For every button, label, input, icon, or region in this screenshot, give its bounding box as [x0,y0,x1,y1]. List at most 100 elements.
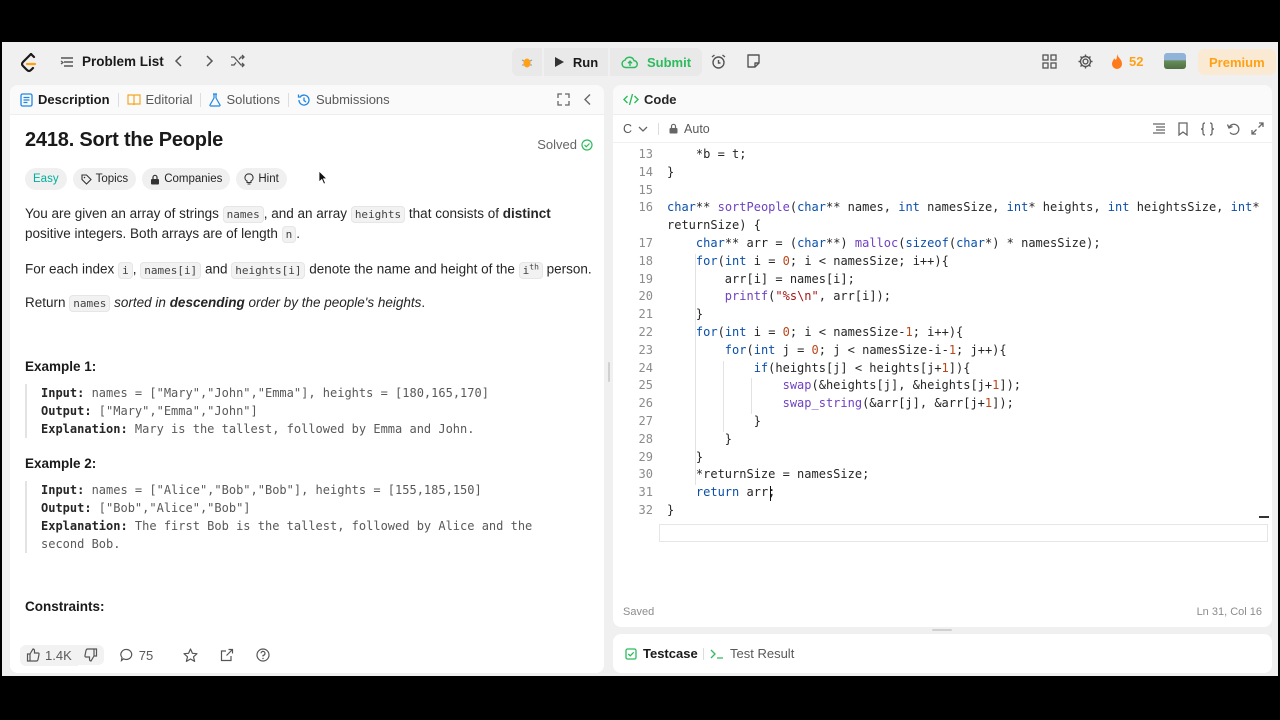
tab-solutions-label: Solutions [226,92,280,107]
description-paragraph-1: You are given an array of strings names,… [25,206,551,243]
problem-list-button[interactable]: Problem List [60,54,164,69]
notes-button[interactable] [746,53,761,69]
line-number: 26 [638,396,653,411]
next-problem-button[interactable] [202,54,216,68]
line-number: 18 [638,253,653,268]
line-number: 24 [638,360,653,375]
problem-content: 2418. Sort the People Solved Easy Topics… [25,129,595,614]
code-line[interactable]: for(int i = 0; i < namesSize-1; i++){ [667,325,963,339]
bookmark-icon[interactable] [1177,122,1189,136]
tab-test-result[interactable]: Test Result [710,646,794,661]
favorite-button[interactable] [177,645,204,666]
code-icon [623,93,639,106]
tab-submissions[interactable]: Submissions [289,85,398,115]
code-line[interactable]: char** sortPeople(char** names, int name… [667,200,1260,214]
topics-chip[interactable]: Topics [72,168,137,190]
line-number: 22 [638,325,653,339]
like-button[interactable]: 1.4K [20,644,78,666]
vertical-resize-handle[interactable] [932,629,952,631]
maximize-button[interactable] [557,93,570,109]
debug-button[interactable] [512,48,542,76]
code-line[interactable]: } [667,165,674,179]
code-header: Code [613,85,1272,115]
tab-testcase[interactable]: Testcase [625,646,698,661]
random-problem-button[interactable] [230,54,246,68]
code-line[interactable]: } [667,432,732,446]
code-line[interactable]: returnSize) { [667,218,761,232]
code-header-label: Code [644,92,677,107]
code-line[interactable]: swap(&heights[j], &heights[j+1]); [667,378,1021,392]
premium-button[interactable]: Premium [1198,49,1276,75]
help-button[interactable] [250,645,276,665]
autocomplete-mode[interactable]: Auto [669,122,710,136]
editor-toolbar: C Auto [613,115,1272,143]
code-line[interactable]: for(int j = 0; j < namesSize-i-1; j++){ [667,343,1007,357]
indent-guide [751,378,752,414]
code-line[interactable]: } [667,414,761,428]
braces-icon[interactable] [1200,122,1215,136]
testcase-label: Testcase [643,646,698,661]
comment-icon [120,648,133,662]
horizontal-resize-handle[interactable] [608,362,610,382]
lightbulb-icon [244,173,254,185]
chevron-left-icon [584,94,591,105]
streak-counter[interactable]: 52 [1110,53,1143,70]
solutions-icon [209,92,222,107]
tag-icon [81,173,92,185]
code-line[interactable]: } [667,450,703,464]
alarm-clock-icon [711,54,726,69]
code-line[interactable]: printf("%s\n", arr[i]); [667,289,891,303]
code-panel: Code C Auto 13 *b = t; 14} 15 16 char** s [613,85,1272,627]
line-number: 29 [638,449,653,464]
run-button[interactable]: Run [544,48,608,76]
settings-button[interactable] [1077,53,1094,70]
share-button[interactable] [214,645,240,665]
language-select[interactable]: C [623,122,648,136]
hint-chip[interactable]: Hint [236,168,287,190]
top-bar: Problem List Run Submit 52 Premium [2,42,1278,82]
testcase-panel: Testcase Test Result [613,634,1272,673]
code-line[interactable]: *returnSize = namesSize; [667,467,869,481]
solved-status: Solved [537,137,593,152]
line-number: 30 [638,467,653,482]
submit-button[interactable]: Submit [610,48,702,76]
dislike-button[interactable] [77,645,104,665]
code-line[interactable]: swap_string(&arr[j], &arr[j+1]); [667,396,1014,410]
line-number: 21 [638,307,653,322]
star-icon [183,647,198,662]
comments-button[interactable]: 75 [114,645,159,666]
code-line[interactable]: for(int i = 0; i < namesSize; i++){ [667,254,949,268]
line-number: 27 [638,414,653,428]
fullscreen-icon[interactable] [1251,122,1264,135]
layout-button[interactable] [1042,54,1057,69]
tab-solutions[interactable]: Solutions [201,85,287,115]
indent-guide [695,253,696,486]
format-icon[interactable] [1152,122,1166,135]
code-line[interactable]: if(heights[j] < heights[j+1]){ [667,361,971,375]
code-line[interactable]: *b = t; [667,147,747,161]
tab-description[interactable]: Description [10,85,118,115]
left-tab-bar: Description Editorial Solutions Submissi… [10,85,604,115]
code-line[interactable]: } [667,307,703,321]
code-editor[interactable]: 13 *b = t; 14} 15 16 char** sortPeople(char*… [613,143,1272,583]
like-count: 1.4K [45,647,72,663]
prev-problem-button[interactable] [172,54,186,68]
problem-title[interactable]: 2418. Sort the People [25,129,595,152]
code-line[interactable]: } [667,503,674,517]
example-2-box: Input: names = ["Alice","Bob","Bob"], he… [25,480,595,553]
leetcode-logo[interactable] [20,53,38,73]
avatar[interactable] [1164,53,1186,69]
gear-icon [1078,54,1093,69]
example-2-heading: Example 2: [25,455,97,471]
code-line[interactable]: char** arr = (char**) malloc(sizeof(char… [667,236,1101,250]
collapse-panel-button[interactable] [582,93,594,109]
editor-status-bar: Saved Ln 31, Col 16 [613,597,1272,627]
share-icon [221,648,234,662]
code-line[interactable]: return arr; [667,485,775,499]
reset-icon[interactable] [1226,122,1240,136]
timer-button[interactable] [710,53,727,70]
submit-label: Submit [646,54,692,70]
line-number: 31 [638,485,653,500]
tab-editorial[interactable]: Editorial [119,85,201,115]
companies-chip[interactable]: Companies [142,168,231,190]
